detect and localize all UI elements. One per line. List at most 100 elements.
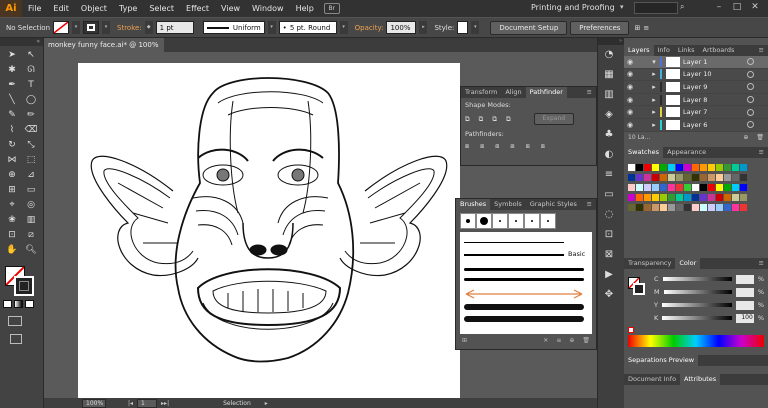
color-swatch[interactable] <box>732 193 739 201</box>
delete-brush-icon[interactable]: 🗑︎ <box>582 337 590 344</box>
layer-row[interactable]: ◉ ▸ Layer 10 <box>624 69 768 82</box>
color-swatch[interactable] <box>700 203 707 211</box>
color-swatch[interactable] <box>668 183 675 191</box>
delete-layer-icon[interactable]: 🗑︎ <box>756 134 764 141</box>
unite-icon[interactable]: ⧉ <box>465 115 470 124</box>
brush-stroke-basic[interactable] <box>464 254 564 256</box>
pencil-tool-icon[interactable]: ✏ <box>22 108 40 122</box>
color-swatch[interactable] <box>660 173 667 181</box>
color-swatch[interactable] <box>644 203 651 211</box>
color-swatch[interactable] <box>732 163 739 171</box>
opacity-label[interactable]: Opacity: <box>355 24 384 32</box>
preferences-button[interactable]: Preferences <box>570 20 630 35</box>
mesh-tool-icon[interactable]: ⊞ <box>3 183 21 197</box>
divide-icon[interactable]: ⧈ <box>465 142 469 151</box>
color-swatch[interactable] <box>732 203 739 211</box>
bridge-button[interactable]: Br <box>323 3 340 14</box>
brush-tip-3[interactable] <box>492 213 508 229</box>
color-swatch[interactable] <box>644 193 651 201</box>
layer-name[interactable]: Layer 10 <box>683 70 747 78</box>
align-icon[interactable]: ⊞ <box>634 24 640 32</box>
tab-info[interactable]: Info <box>654 45 674 56</box>
tab-links[interactable]: Links <box>674 45 699 56</box>
color-swatch[interactable] <box>716 163 723 171</box>
column-graph-tool-icon[interactable]: ▥ <box>22 213 40 227</box>
magic-wand-tool-icon[interactable]: ✱ <box>3 63 21 77</box>
stroke-panel-icon[interactable]: ≡ <box>598 165 620 185</box>
layer-row[interactable]: ◉ ▸ Layer 7 <box>624 106 768 119</box>
tab-transparency[interactable]: Transparency <box>624 258 675 269</box>
gradient-panel-icon[interactable]: ▭ <box>598 185 620 205</box>
graphic-styles-icon[interactable]: ⊡ <box>598 225 620 245</box>
brush-tip-1[interactable] <box>460 213 476 229</box>
stroke-label[interactable]: Stroke: <box>117 24 142 32</box>
color-swatch[interactable] <box>708 163 715 171</box>
transparency-panel-icon[interactable]: ◌ <box>598 205 620 225</box>
tools-collapse-icon[interactable]: « <box>0 38 43 46</box>
color-swatch[interactable] <box>724 203 731 211</box>
color-menu-icon[interactable]: ≡ <box>755 258 768 269</box>
panel-menu-icon[interactable]: ≡ <box>643 24 649 32</box>
layer-name[interactable]: Layer 8 <box>683 96 747 104</box>
color-swatch[interactable] <box>708 203 715 211</box>
color-swatch[interactable] <box>628 163 635 171</box>
target-circle-icon[interactable] <box>747 121 754 129</box>
visibility-eye-icon[interactable]: ◉ <box>624 121 636 129</box>
slice-tool-icon[interactable]: ⧄ <box>22 228 40 242</box>
tab-graphic-styles[interactable]: Graphic Styles <box>526 199 581 210</box>
color-swatch[interactable] <box>692 203 699 211</box>
remove-stroke-icon[interactable]: ✕ <box>543 337 548 344</box>
expand-arrow-icon[interactable]: ▾ <box>648 58 660 66</box>
tab-transform[interactable]: Transform <box>461 87 501 98</box>
brush-stroke-thin[interactable] <box>464 242 564 243</box>
dock-collapse-icon[interactable]: » <box>598 38 624 45</box>
opacity-dropdown-icon[interactable]: ▸ <box>419 21 428 34</box>
style-dropdown-icon[interactable]: ▾ <box>471 21 480 34</box>
symbol-sprayer-tool-icon[interactable]: ❀ <box>3 213 21 227</box>
gradient-tool-icon[interactable]: ▭ <box>22 183 40 197</box>
color-swatch[interactable] <box>684 203 691 211</box>
color-swatch[interactable] <box>636 163 643 171</box>
blend-tool-icon[interactable]: ◎ <box>22 198 40 212</box>
color-swatch[interactable] <box>708 183 715 191</box>
draw-mode-icon[interactable] <box>8 316 22 326</box>
profile-dropdown-icon[interactable]: ▾ <box>267 21 276 34</box>
monkey-mask-artwork[interactable] <box>78 63 460 398</box>
brush-stroke-arrow[interactable] <box>464 288 584 300</box>
color-swatch[interactable] <box>692 163 699 171</box>
target-circle-icon[interactable] <box>747 96 754 104</box>
tab-align[interactable]: Align <box>501 87 525 98</box>
tab-pathfinder[interactable]: Pathfinder <box>525 87 567 98</box>
target-circle-icon[interactable] <box>747 58 754 66</box>
expand-arrow-icon[interactable]: ▸ <box>648 121 660 129</box>
brush-dropdown-icon[interactable]: ▾ <box>339 21 348 34</box>
color-mode-icon[interactable] <box>3 300 12 308</box>
color-swatch[interactable] <box>676 203 683 211</box>
color-swatch[interactable] <box>740 193 747 201</box>
color-panel-icon[interactable]: ▦ <box>598 65 620 85</box>
visibility-eye-icon[interactable]: ◉ <box>624 70 636 78</box>
gradient-mode-icon[interactable] <box>14 300 23 308</box>
stroke-dropdown-icon[interactable]: ▾ <box>102 21 110 34</box>
scale-tool-icon[interactable]: ⤡ <box>22 138 40 152</box>
next-artboard-icon[interactable]: ▸▸| <box>161 400 169 407</box>
trim-icon[interactable]: ⧈ <box>480 142 484 151</box>
lasso-tool-icon[interactable]: ᘏ <box>22 63 40 77</box>
artboard-tool-icon[interactable]: ⊡ <box>3 228 21 242</box>
color-swatch[interactable] <box>636 193 643 201</box>
color-swatch[interactable] <box>700 173 707 181</box>
status-menu-icon[interactable]: ▸ <box>265 400 268 407</box>
menu-object[interactable]: Object <box>75 0 113 17</box>
color-swatch[interactable] <box>684 163 691 171</box>
brush-tip-2[interactable] <box>476 213 492 229</box>
opacity-field[interactable]: 100% <box>386 21 417 34</box>
color-swatch[interactable] <box>668 163 675 171</box>
color-swatch[interactable] <box>652 173 659 181</box>
layer-row[interactable]: ◉ ▾ Layer 1 <box>624 56 768 69</box>
color-swatch[interactable] <box>636 203 643 211</box>
tab-color[interactable]: Color <box>675 257 701 269</box>
color-spectrum[interactable] <box>628 334 764 347</box>
layer-name[interactable]: Layer 9 <box>683 83 747 91</box>
color-swatch[interactable] <box>700 183 707 191</box>
workspace-switcher[interactable]: Printing and Proofing <box>531 3 615 12</box>
